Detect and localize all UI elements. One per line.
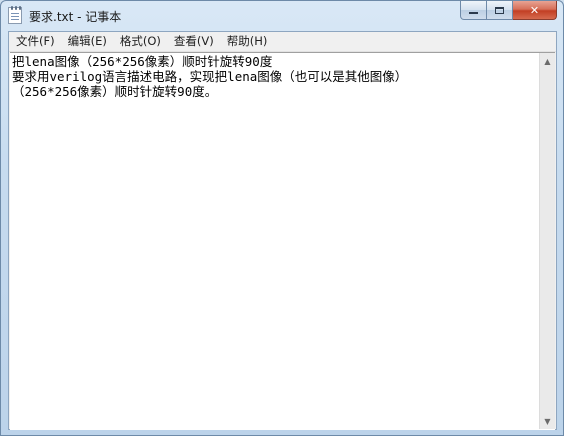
menu-file[interactable]: 文件(F) xyxy=(9,32,61,51)
vertical-scrollbar[interactable]: ▲ ▼ xyxy=(539,53,555,429)
menu-view[interactable]: 查看(V) xyxy=(167,32,220,51)
maximize-icon xyxy=(495,6,504,14)
document-line: 把lena图像（256*256像素）顺时针旋转90度 xyxy=(12,54,273,69)
minimize-button[interactable] xyxy=(460,1,487,20)
menu-edit[interactable]: 编辑(E) xyxy=(61,32,113,51)
caption-buttons: ✕ xyxy=(460,1,557,20)
text-editor[interactable]: 把lena图像（256*256像素）顺时针旋转90度 要求用verilog语言描述… xyxy=(10,52,555,430)
menu-help[interactable]: 帮助(H) xyxy=(220,32,274,51)
notepad-window: 要求.txt - 记事本 ✕ 文件(F) 编辑(E) 格式(O) 查看(V) 帮… xyxy=(0,0,564,436)
scroll-down-icon[interactable]: ▼ xyxy=(540,413,555,429)
title-bar[interactable]: 要求.txt - 记事本 ✕ xyxy=(1,1,563,31)
close-icon: ✕ xyxy=(529,3,540,17)
scroll-up-icon[interactable]: ▲ xyxy=(540,53,555,69)
document-text[interactable]: 把lena图像（256*256像素）顺时针旋转90度 要求用verilog语言描述… xyxy=(12,54,538,428)
minimize-icon xyxy=(469,12,478,14)
document-line: 要求用verilog语言描述电路，实现把lena图像（也可以是其他图像） xyxy=(12,69,408,84)
client-area: 文件(F) 编辑(E) 格式(O) 查看(V) 帮助(H) 把lena图像（25… xyxy=(8,31,557,430)
menu-bar: 文件(F) 编辑(E) 格式(O) 查看(V) 帮助(H) xyxy=(9,32,556,52)
close-button[interactable]: ✕ xyxy=(513,1,557,20)
document-line: （256*256像素）顺时针旋转90度。 xyxy=(12,84,218,99)
window-title: 要求.txt - 记事本 xyxy=(29,10,122,24)
menu-format[interactable]: 格式(O) xyxy=(113,32,167,51)
notepad-icon[interactable] xyxy=(8,6,22,24)
maximize-button[interactable] xyxy=(487,1,513,20)
